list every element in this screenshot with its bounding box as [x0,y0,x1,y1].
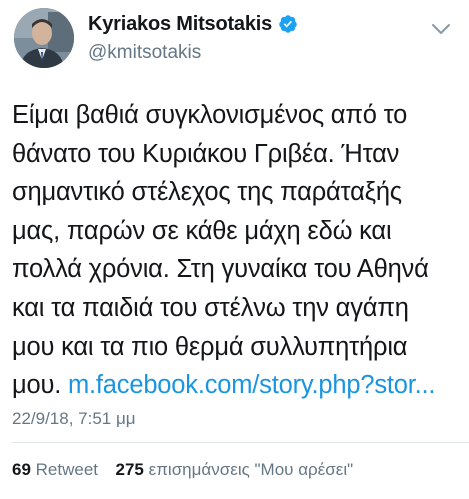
display-name[interactable]: Kyriakos Mitsotakis [88,13,272,36]
tweet-link[interactable]: m.facebook.com/story.php?stor... [68,371,436,399]
tweet-stats: 69 Retweet 275 επισημάνσεις "Μου αρέσει" [12,460,353,480]
tweet-text-line: μας, παρών σε κάθε μάχη εδώ και [12,216,392,245]
divider [12,442,469,443]
avatar[interactable] [14,8,74,68]
tweet-card: Kyriakos Mitsotakis @kmitsotakis Είμαι β… [0,0,469,499]
tweet-text-line: και τα παιδιά του στέλνω την αγάπη [12,293,409,322]
display-name-row: Kyriakos Mitsotakis [88,12,298,36]
author-names: Kyriakos Mitsotakis @kmitsotakis [88,12,298,64]
tweet-text-line: πολλά χρόνια. Στη γυναίκα του Αθηνά [12,255,429,284]
chevron-down-icon[interactable] [431,22,451,36]
verified-badge-icon [278,14,298,34]
tweet-text: Είμαι βαθιά συγκλονισμένος από το θάνατο… [12,96,457,405]
tweet-text-line: σημαντικό στέλεχος της παράταξής [12,178,402,207]
avatar-image [14,8,74,68]
tweet-timestamp[interactable]: 22/9/18, 7:51 μμ [12,409,136,429]
tweet-text-line: θάνατο του Κυριάκου Γριβέα. Ήταν [12,139,400,168]
tweet-text-last-line: μου. m.facebook.com/story.php?stor... [12,366,457,405]
retweet-label[interactable]: Retweet [36,460,98,479]
like-count[interactable]: 275 [116,460,144,479]
like-label[interactable]: επισημάνσεις "Μου αρέσει" [149,460,354,479]
tweet-header: Kyriakos Mitsotakis @kmitsotakis [12,6,457,70]
handle[interactable]: @kmitsotakis [88,42,298,64]
tweet-text-line: Είμαι βαθιά συγκλονισμένος από το [12,101,408,129]
retweet-count[interactable]: 69 [12,460,31,479]
tweet-text-last-prefix: μου. [12,371,68,400]
tweet-text-line: μου και τα πιο θερμά συλλυπητήρια [12,332,408,361]
